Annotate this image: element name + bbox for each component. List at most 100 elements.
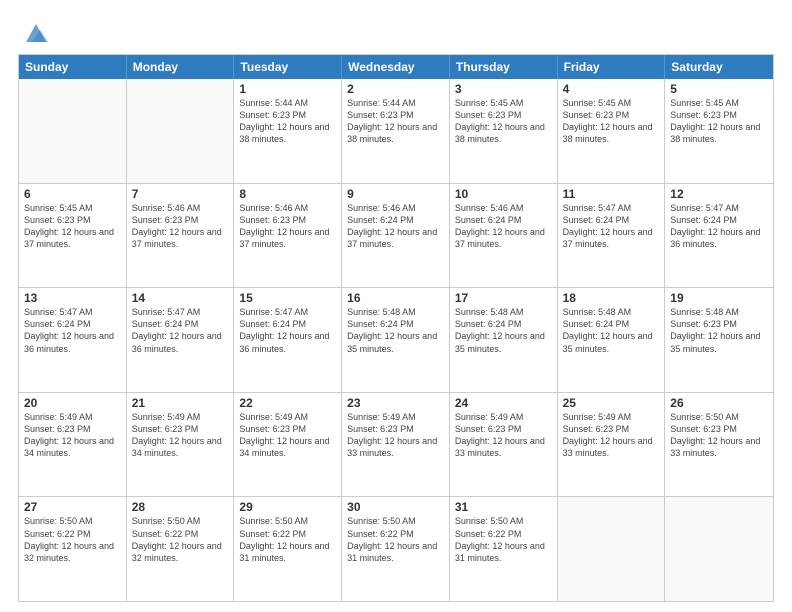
day-info: Sunrise: 5:46 AM Sunset: 6:23 PM Dayligh… bbox=[132, 202, 229, 251]
calendar-day-cell: 1Sunrise: 5:44 AM Sunset: 6:23 PM Daylig… bbox=[234, 79, 342, 183]
day-number: 15 bbox=[239, 291, 336, 305]
calendar-day-cell: 24Sunrise: 5:49 AM Sunset: 6:23 PM Dayli… bbox=[450, 393, 558, 497]
calendar-header-cell: Wednesday bbox=[342, 55, 450, 79]
calendar-day-cell: 16Sunrise: 5:48 AM Sunset: 6:24 PM Dayli… bbox=[342, 288, 450, 392]
day-info: Sunrise: 5:47 AM Sunset: 6:24 PM Dayligh… bbox=[24, 306, 121, 355]
day-number: 8 bbox=[239, 187, 336, 201]
day-info: Sunrise: 5:50 AM Sunset: 6:23 PM Dayligh… bbox=[670, 411, 768, 460]
day-info: Sunrise: 5:48 AM Sunset: 6:24 PM Dayligh… bbox=[347, 306, 444, 355]
day-info: Sunrise: 5:48 AM Sunset: 6:24 PM Dayligh… bbox=[455, 306, 552, 355]
day-number: 25 bbox=[563, 396, 660, 410]
calendar-day-cell: 30Sunrise: 5:50 AM Sunset: 6:22 PM Dayli… bbox=[342, 497, 450, 601]
day-number: 6 bbox=[24, 187, 121, 201]
day-number: 20 bbox=[24, 396, 121, 410]
calendar-day-cell: 31Sunrise: 5:50 AM Sunset: 6:22 PM Dayli… bbox=[450, 497, 558, 601]
calendar-day-cell: 20Sunrise: 5:49 AM Sunset: 6:23 PM Dayli… bbox=[19, 393, 127, 497]
calendar-day-cell: 4Sunrise: 5:45 AM Sunset: 6:23 PM Daylig… bbox=[558, 79, 666, 183]
day-number: 24 bbox=[455, 396, 552, 410]
day-info: Sunrise: 5:47 AM Sunset: 6:24 PM Dayligh… bbox=[132, 306, 229, 355]
day-number: 30 bbox=[347, 500, 444, 514]
calendar-day-cell: 12Sunrise: 5:47 AM Sunset: 6:24 PM Dayli… bbox=[665, 184, 773, 288]
day-info: Sunrise: 5:50 AM Sunset: 6:22 PM Dayligh… bbox=[347, 515, 444, 564]
calendar-day-cell: 25Sunrise: 5:49 AM Sunset: 6:23 PM Dayli… bbox=[558, 393, 666, 497]
day-number: 12 bbox=[670, 187, 768, 201]
day-number: 27 bbox=[24, 500, 121, 514]
day-info: Sunrise: 5:44 AM Sunset: 6:23 PM Dayligh… bbox=[239, 97, 336, 146]
calendar-day-cell: 17Sunrise: 5:48 AM Sunset: 6:24 PM Dayli… bbox=[450, 288, 558, 392]
calendar-day-cell bbox=[19, 79, 127, 183]
calendar-day-cell: 18Sunrise: 5:48 AM Sunset: 6:24 PM Dayli… bbox=[558, 288, 666, 392]
day-info: Sunrise: 5:49 AM Sunset: 6:23 PM Dayligh… bbox=[132, 411, 229, 460]
calendar-day-cell bbox=[127, 79, 235, 183]
calendar-week-row: 13Sunrise: 5:47 AM Sunset: 6:24 PM Dayli… bbox=[19, 287, 773, 392]
day-info: Sunrise: 5:49 AM Sunset: 6:23 PM Dayligh… bbox=[563, 411, 660, 460]
calendar-day-cell: 2Sunrise: 5:44 AM Sunset: 6:23 PM Daylig… bbox=[342, 79, 450, 183]
day-number: 23 bbox=[347, 396, 444, 410]
day-number: 4 bbox=[563, 82, 660, 96]
day-info: Sunrise: 5:45 AM Sunset: 6:23 PM Dayligh… bbox=[455, 97, 552, 146]
day-info: Sunrise: 5:47 AM Sunset: 6:24 PM Dayligh… bbox=[670, 202, 768, 251]
day-number: 22 bbox=[239, 396, 336, 410]
day-number: 7 bbox=[132, 187, 229, 201]
day-info: Sunrise: 5:49 AM Sunset: 6:23 PM Dayligh… bbox=[455, 411, 552, 460]
calendar-day-cell: 6Sunrise: 5:45 AM Sunset: 6:23 PM Daylig… bbox=[19, 184, 127, 288]
calendar-header-cell: Thursday bbox=[450, 55, 558, 79]
calendar-day-cell: 7Sunrise: 5:46 AM Sunset: 6:23 PM Daylig… bbox=[127, 184, 235, 288]
calendar-day-cell: 14Sunrise: 5:47 AM Sunset: 6:24 PM Dayli… bbox=[127, 288, 235, 392]
calendar-week-row: 20Sunrise: 5:49 AM Sunset: 6:23 PM Dayli… bbox=[19, 392, 773, 497]
calendar-day-cell: 29Sunrise: 5:50 AM Sunset: 6:22 PM Dayli… bbox=[234, 497, 342, 601]
day-number: 16 bbox=[347, 291, 444, 305]
day-number: 10 bbox=[455, 187, 552, 201]
calendar-header-cell: Friday bbox=[558, 55, 666, 79]
day-number: 13 bbox=[24, 291, 121, 305]
day-number: 2 bbox=[347, 82, 444, 96]
calendar-day-cell: 3Sunrise: 5:45 AM Sunset: 6:23 PM Daylig… bbox=[450, 79, 558, 183]
day-info: Sunrise: 5:45 AM Sunset: 6:23 PM Dayligh… bbox=[24, 202, 121, 251]
day-number: 1 bbox=[239, 82, 336, 96]
calendar-week-row: 27Sunrise: 5:50 AM Sunset: 6:22 PM Dayli… bbox=[19, 496, 773, 601]
day-number: 3 bbox=[455, 82, 552, 96]
calendar-week-row: 6Sunrise: 5:45 AM Sunset: 6:23 PM Daylig… bbox=[19, 183, 773, 288]
logo-icon bbox=[22, 18, 50, 46]
day-number: 28 bbox=[132, 500, 229, 514]
calendar-day-cell: 26Sunrise: 5:50 AM Sunset: 6:23 PM Dayli… bbox=[665, 393, 773, 497]
day-info: Sunrise: 5:49 AM Sunset: 6:23 PM Dayligh… bbox=[24, 411, 121, 460]
day-number: 9 bbox=[347, 187, 444, 201]
calendar-day-cell: 8Sunrise: 5:46 AM Sunset: 6:23 PM Daylig… bbox=[234, 184, 342, 288]
calendar-week-row: 1Sunrise: 5:44 AM Sunset: 6:23 PM Daylig… bbox=[19, 79, 773, 183]
logo bbox=[18, 18, 50, 46]
day-info: Sunrise: 5:50 AM Sunset: 6:22 PM Dayligh… bbox=[455, 515, 552, 564]
day-info: Sunrise: 5:46 AM Sunset: 6:23 PM Dayligh… bbox=[239, 202, 336, 251]
day-info: Sunrise: 5:46 AM Sunset: 6:24 PM Dayligh… bbox=[347, 202, 444, 251]
day-info: Sunrise: 5:46 AM Sunset: 6:24 PM Dayligh… bbox=[455, 202, 552, 251]
calendar-day-cell bbox=[665, 497, 773, 601]
day-number: 17 bbox=[455, 291, 552, 305]
day-info: Sunrise: 5:44 AM Sunset: 6:23 PM Dayligh… bbox=[347, 97, 444, 146]
day-number: 5 bbox=[670, 82, 768, 96]
day-number: 19 bbox=[670, 291, 768, 305]
day-number: 31 bbox=[455, 500, 552, 514]
calendar-day-cell: 15Sunrise: 5:47 AM Sunset: 6:24 PM Dayli… bbox=[234, 288, 342, 392]
day-info: Sunrise: 5:49 AM Sunset: 6:23 PM Dayligh… bbox=[239, 411, 336, 460]
day-number: 14 bbox=[132, 291, 229, 305]
calendar-day-cell bbox=[558, 497, 666, 601]
calendar-day-cell: 10Sunrise: 5:46 AM Sunset: 6:24 PM Dayli… bbox=[450, 184, 558, 288]
calendar-day-cell: 13Sunrise: 5:47 AM Sunset: 6:24 PM Dayli… bbox=[19, 288, 127, 392]
day-info: Sunrise: 5:47 AM Sunset: 6:24 PM Dayligh… bbox=[239, 306, 336, 355]
calendar-body: 1Sunrise: 5:44 AM Sunset: 6:23 PM Daylig… bbox=[19, 79, 773, 601]
day-info: Sunrise: 5:49 AM Sunset: 6:23 PM Dayligh… bbox=[347, 411, 444, 460]
day-info: Sunrise: 5:48 AM Sunset: 6:23 PM Dayligh… bbox=[670, 306, 768, 355]
day-number: 21 bbox=[132, 396, 229, 410]
calendar-header-cell: Sunday bbox=[19, 55, 127, 79]
calendar: SundayMondayTuesdayWednesdayThursdayFrid… bbox=[18, 54, 774, 602]
calendar-header-cell: Saturday bbox=[665, 55, 773, 79]
day-info: Sunrise: 5:50 AM Sunset: 6:22 PM Dayligh… bbox=[132, 515, 229, 564]
day-info: Sunrise: 5:47 AM Sunset: 6:24 PM Dayligh… bbox=[563, 202, 660, 251]
calendar-header-row: SundayMondayTuesdayWednesdayThursdayFrid… bbox=[19, 55, 773, 79]
day-info: Sunrise: 5:50 AM Sunset: 6:22 PM Dayligh… bbox=[239, 515, 336, 564]
calendar-day-cell: 9Sunrise: 5:46 AM Sunset: 6:24 PM Daylig… bbox=[342, 184, 450, 288]
calendar-header-cell: Tuesday bbox=[234, 55, 342, 79]
calendar-day-cell: 21Sunrise: 5:49 AM Sunset: 6:23 PM Dayli… bbox=[127, 393, 235, 497]
day-info: Sunrise: 5:50 AM Sunset: 6:22 PM Dayligh… bbox=[24, 515, 121, 564]
calendar-day-cell: 5Sunrise: 5:45 AM Sunset: 6:23 PM Daylig… bbox=[665, 79, 773, 183]
